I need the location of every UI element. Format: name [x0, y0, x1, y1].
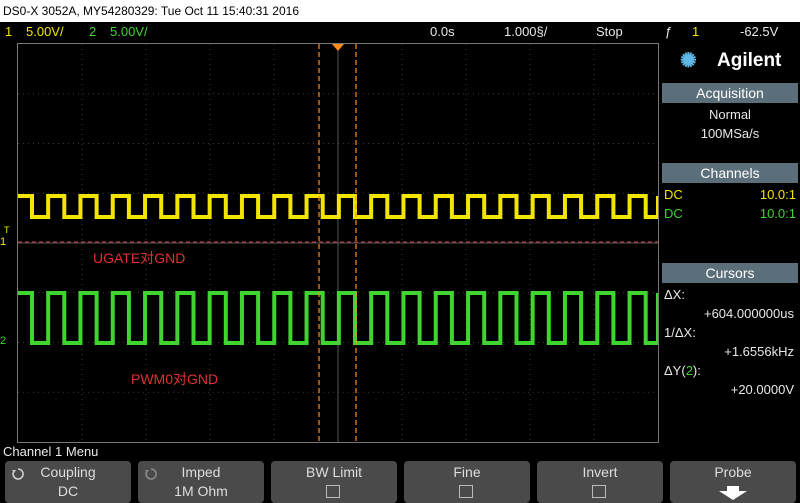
imped-value: 1M Ohm — [174, 483, 228, 499]
bw-limit-softkey[interactable]: BW Limit — [271, 461, 397, 503]
invert-checkbox[interactable] — [592, 485, 606, 498]
ch1-ground-marker[interactable]: 1 — [0, 236, 6, 248]
time-scale[interactable]: 1.000§/ — [504, 22, 547, 41]
channels-info: DC 10.0:1 DC 10.0:1 — [662, 185, 798, 223]
cursors-info: ΔX: +604.000000us 1/ΔX: +1.6556kHz ΔY(2)… — [662, 285, 798, 399]
status-bar: 1 5.00V/ 2 5.00V/ 0.0s 1.000§/ Stop ƒ 1 … — [0, 22, 800, 41]
channel-row[interactable]: DC 10.0:1 — [662, 185, 798, 204]
coupling-softkey[interactable]: Coupling DC — [5, 461, 131, 503]
cursors-header[interactable]: Cursors — [662, 263, 798, 283]
trigger-marker: T — [4, 225, 10, 235]
dx-value: +604.000000us — [703, 306, 794, 321]
trigger-level[interactable]: -62.5V — [740, 22, 778, 41]
bw-limit-checkbox[interactable] — [326, 485, 340, 498]
side-panel: ✺ Agilent Acquisition Normal 100MSa/s Ch… — [660, 43, 800, 443]
ch2-scale[interactable]: 5.00V/ — [110, 22, 148, 41]
softkey-bar: Coupling DC Imped 1M Ohm BW Limit Fine I… — [0, 461, 800, 503]
ch1-scale[interactable]: 5.00V/ — [26, 22, 64, 41]
acquisition-header[interactable]: Acquisition — [662, 83, 798, 103]
submenu-arrow-icon — [719, 486, 747, 500]
dy-label-start: ΔY( — [664, 363, 686, 378]
coupling-label: Coupling — [40, 464, 96, 480]
acquisition-rate: 100MSa/s — [700, 126, 760, 141]
ch1-trace — [18, 194, 658, 219]
imped-label: Imped — [181, 464, 221, 480]
menu-title: Channel 1 Menu — [3, 444, 99, 459]
channel-coupling: DC — [664, 206, 683, 221]
channel-probe: 10.0:1 — [759, 206, 796, 221]
channels-header[interactable]: Channels — [662, 163, 798, 183]
probe-softkey[interactable]: Probe — [670, 461, 796, 503]
waveform-svg — [18, 44, 658, 442]
trigger-position-marker — [332, 44, 344, 51]
title-text: DS0-X 3052A, MY54280329: Tue Oct 11 15:4… — [3, 4, 299, 18]
waveform-display[interactable]: UGATE对GND PWM0对GND — [17, 43, 659, 443]
imped-softkey[interactable]: Imped 1M Ohm — [138, 461, 264, 503]
run-state[interactable]: Stop — [596, 22, 623, 41]
dy-label: ΔY(2): — [662, 361, 798, 380]
trigger-icon: ƒ — [665, 24, 673, 39]
ch1-annotation: UGATE对GND — [93, 250, 186, 266]
inv-dx-value: +1.6556kHz — [724, 344, 794, 359]
acquisition-info: Normal 100MSa/s — [662, 105, 798, 143]
dx-label: ΔX: — [664, 287, 685, 302]
acquisition-mode: Normal — [709, 107, 751, 122]
time-offset[interactable]: 0.0s — [430, 22, 455, 41]
agilent-spark-icon: ✺ — [680, 50, 697, 72]
fine-softkey[interactable]: Fine — [404, 461, 530, 503]
brand-logo: ✺ Agilent — [662, 43, 798, 79]
dy-label-end: ): — [692, 363, 701, 378]
ch1-number[interactable]: 1 — [5, 22, 12, 41]
menu-title-bar: Channel 1 Menu — [0, 443, 800, 460]
ch2-trace — [18, 291, 658, 345]
channel-probe: 10.0:1 — [759, 187, 796, 202]
trigger-channel[interactable]: 1 — [692, 22, 699, 41]
ch2-annotation: PWM0对GND — [131, 371, 219, 387]
coupling-value: DC — [57, 483, 79, 499]
dy-value: +20.0000V — [730, 382, 794, 397]
channel-coupling: DC — [664, 187, 683, 202]
ch2-number[interactable]: 2 — [89, 22, 96, 41]
channel-row[interactable]: DC 10.0:1 — [662, 204, 798, 223]
inv-dx-label: 1/ΔX: — [664, 325, 696, 340]
probe-label: Probe — [714, 464, 752, 480]
bw-limit-label: BW Limit — [306, 464, 362, 480]
invert-softkey[interactable]: Invert — [537, 461, 663, 503]
fine-label: Fine — [453, 464, 481, 480]
title-bar: DS0-X 3052A, MY54280329: Tue Oct 11 15:4… — [0, 0, 800, 22]
ch2-ground-marker[interactable]: 2 — [0, 335, 6, 347]
brand-name: Agilent — [717, 50, 782, 71]
invert-label: Invert — [582, 464, 618, 480]
dy-channel: 2 — [685, 363, 693, 378]
fine-checkbox[interactable] — [459, 485, 473, 498]
